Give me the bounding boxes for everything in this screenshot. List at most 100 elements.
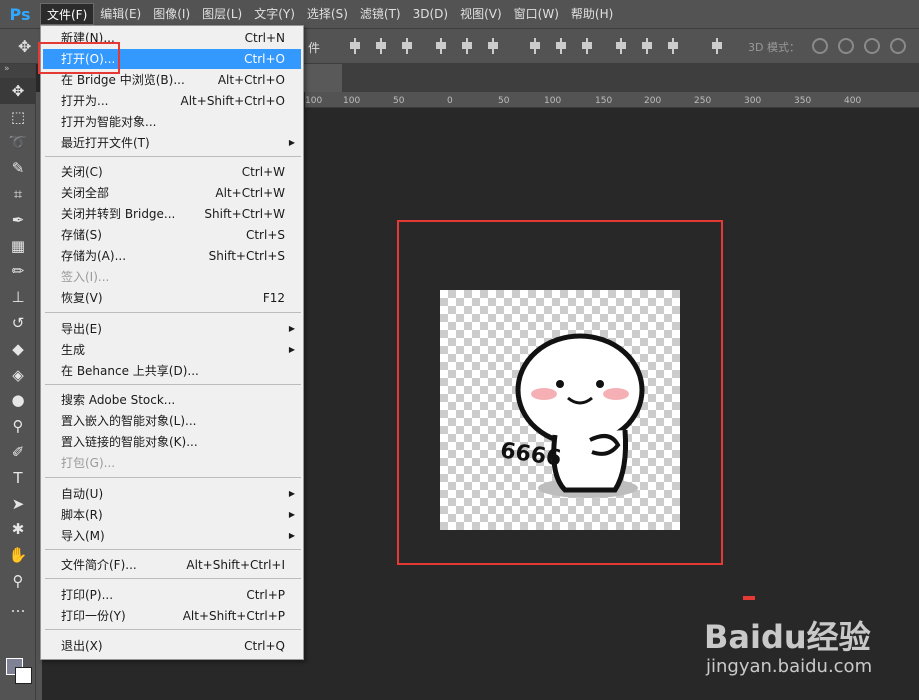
background-color[interactable] — [15, 667, 32, 684]
ruler-tick: 400 — [844, 96, 862, 106]
brush-icon[interactable]: ✏ — [0, 259, 36, 285]
menu-item-recent-files[interactable]: 最近打开文件(T) ▶ — [43, 133, 301, 153]
menu-item-open-smart-object[interactable]: 打开为智能对象... — [43, 112, 301, 132]
menu-item-place-embedded[interactable]: 置入嵌入的智能对象(L)... — [43, 411, 301, 431]
menu-help[interactable]: 帮助(H) — [565, 3, 619, 25]
menu-separator — [45, 156, 301, 157]
menu-type[interactable]: 文字(Y) — [248, 3, 301, 25]
clone-stamp-icon[interactable]: ⊥ — [0, 284, 36, 310]
menu-item-close-to-bridge[interactable]: 关闭并转到 Bridge... Shift+Ctrl+W — [43, 204, 301, 224]
menu-item-save-as[interactable]: 存储为(A)... Shift+Ctrl+S — [43, 246, 301, 266]
menu-separator — [45, 578, 301, 579]
menu-3d[interactable]: 3D(D) — [407, 3, 454, 25]
blur-icon[interactable]: ● — [0, 388, 36, 414]
3d-slide-icon[interactable] — [890, 38, 906, 54]
distribute-left-icon[interactable] — [614, 38, 628, 54]
submenu-arrow-icon: ▶ — [288, 138, 295, 147]
crop-icon[interactable]: ⌗ — [0, 181, 36, 207]
mode-3d-label: 3D 模式： — [748, 41, 800, 54]
menu-item-open-as[interactable]: 打开为... Alt+Shift+Ctrl+O — [43, 91, 301, 111]
document-tab[interactable] — [302, 64, 342, 92]
menu-item-search-stock[interactable]: 搜索 Adobe Stock... — [43, 390, 301, 410]
lasso-icon[interactable]: ➰ — [0, 130, 36, 156]
tools-panel: » ✥ ⬚ ➰ ✎ ⌗ ✒ ▦ ✏ ⊥ ↺ ◆ ◈ ● ⚲ ✐ T ➤ ✱ ✋ … — [0, 64, 36, 700]
paint-bucket-icon[interactable]: ◈ — [0, 362, 36, 388]
photoshop-logo: Ps — [9, 4, 31, 24]
align-hcenter-icon[interactable] — [460, 38, 474, 54]
watermark: Baidu经验 jingyan.baidu.com — [704, 612, 904, 692]
align-right-icon[interactable] — [486, 38, 500, 54]
menu-filter[interactable]: 滤镜(T) — [354, 3, 407, 25]
menu-item-close-all[interactable]: 关闭全部 Alt+Ctrl+W — [43, 183, 301, 203]
menu-item-print-one-copy[interactable]: 打印一份(Y) Alt+Shift+Ctrl+P — [43, 606, 301, 626]
menu-item-share-behance[interactable]: 在 Behance 上共享(D)... — [43, 361, 301, 381]
menu-layer[interactable]: 图层(L) — [196, 3, 248, 25]
ruler-tick: 300 — [744, 96, 762, 106]
eraser-icon[interactable]: ◆ — [0, 336, 36, 362]
menu-item-import[interactable]: 导入(M) ▶ — [43, 526, 301, 546]
healing-brush-icon[interactable]: ▦ — [0, 233, 36, 259]
align-vcenter-icon[interactable] — [374, 38, 388, 54]
menu-select[interactable]: 选择(S) — [301, 3, 354, 25]
ruler-tick: 250 — [694, 96, 712, 106]
align-left-icon[interactable] — [434, 38, 448, 54]
collapse-panel-icon[interactable]: » — [0, 64, 35, 78]
zoom-icon[interactable]: ⚲ — [0, 568, 36, 594]
ruler-tick: 150 — [595, 96, 613, 106]
annotation-mark — [743, 596, 755, 600]
file-menu-dropdown: 新建(N)... Ctrl+N 打开(O)... Ctrl+O 在 Bridge 中… — [40, 25, 304, 660]
menu-item-file-info[interactable]: 文件简介(F)... Alt+Shift+Ctrl+I — [43, 555, 301, 575]
ruler-tick: 200 — [644, 96, 662, 106]
submenu-arrow-icon: ▶ — [288, 489, 295, 498]
3d-rotate-icon[interactable] — [812, 38, 828, 54]
menu-item-place-linked[interactable]: 置入链接的智能对象(K)... — [43, 432, 301, 452]
distribute-hcenter-icon[interactable] — [640, 38, 654, 54]
ruler-tick: 100 — [305, 96, 323, 106]
dodge-icon[interactable]: ⚲ — [0, 413, 36, 439]
history-brush-icon[interactable]: ↺ — [0, 310, 36, 336]
open-item-annotation — [38, 42, 120, 74]
menu-window[interactable]: 窗口(W) — [508, 3, 565, 25]
menu-item-print[interactable]: 打印(P)... Ctrl+P — [43, 585, 301, 605]
hand-icon[interactable]: ✋ — [0, 542, 36, 568]
path-select-icon[interactable]: ➤ — [0, 491, 36, 517]
menu-view[interactable]: 视图(V) — [454, 3, 508, 25]
move-icon[interactable]: ✥ — [0, 78, 36, 104]
ruler-tick: 50 — [498, 96, 510, 106]
align-bottom-icon[interactable] — [400, 38, 414, 54]
menu-item-save[interactable]: 存储(S) Ctrl+S — [43, 225, 301, 245]
menu-edit[interactable]: 编辑(E) — [94, 3, 147, 25]
ruler-tick: 100 — [343, 96, 361, 106]
menu-item-automate[interactable]: 自动(U) ▶ — [43, 484, 301, 504]
color-swatches[interactable] — [4, 656, 34, 688]
ruler-tick: 350 — [794, 96, 812, 106]
eyedropper-icon[interactable]: ✒ — [0, 207, 36, 233]
move-tool-icon[interactable]: ✥ — [18, 37, 31, 56]
menu-item-exit[interactable]: 退出(X) Ctrl+Q — [43, 636, 301, 656]
menu-item-generate[interactable]: 生成 ▶ — [43, 340, 301, 360]
menu-item-revert[interactable]: 恢复(V) F12 — [43, 288, 301, 308]
custom-shape-icon[interactable]: ✱ — [0, 517, 36, 543]
quick-select-icon[interactable]: ✎ — [0, 155, 36, 181]
menu-item-scripts[interactable]: 脚本(R) ▶ — [43, 505, 301, 525]
type-icon[interactable]: T — [0, 465, 36, 491]
3d-pan-icon[interactable] — [864, 38, 880, 54]
marquee-icon[interactable]: ⬚ — [0, 104, 36, 130]
distribute-vcenter-icon[interactable] — [554, 38, 568, 54]
document-canvas[interactable]: 6666 — [440, 290, 680, 530]
menu-image[interactable]: 图像(I) — [147, 3, 196, 25]
distribute-top-icon[interactable] — [528, 38, 542, 54]
menu-item-close[interactable]: 关闭(C) Ctrl+W — [43, 162, 301, 182]
pen-icon[interactable]: ✐ — [0, 439, 36, 465]
more-tools-icon[interactable]: … — [0, 594, 36, 620]
3d-roll-icon[interactable] — [838, 38, 854, 54]
menu-item-export[interactable]: 导出(E) ▶ — [43, 319, 301, 339]
align-top-icon[interactable] — [348, 38, 362, 54]
distribute-bottom-icon[interactable] — [580, 38, 594, 54]
options-label: 件 — [308, 41, 321, 55]
distribute-right-icon[interactable] — [666, 38, 680, 54]
menu-separator — [45, 629, 301, 630]
menu-file[interactable]: 文件(F) — [40, 3, 95, 25]
menu-separator — [45, 384, 301, 385]
auto-align-icon[interactable] — [710, 38, 724, 54]
